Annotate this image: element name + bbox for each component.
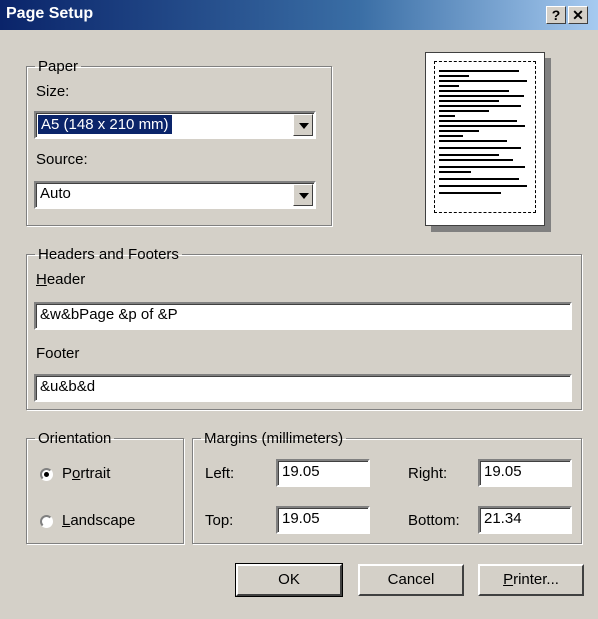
portrait-label[interactable]: Portrait <box>62 465 110 482</box>
title-bar[interactable]: Page Setup ? ✕ <box>0 0 598 30</box>
paper-source-value: Auto <box>40 185 71 202</box>
landscape-radio[interactable] <box>40 515 53 528</box>
margin-left-label: Left: <box>205 465 235 482</box>
footer-input[interactable]: &u&b&d <box>34 374 572 402</box>
landscape-label[interactable]: Landscape <box>62 512 135 529</box>
margin-bottom-label: Bottom: <box>408 512 460 529</box>
printer-button[interactable]: Printer... <box>478 564 584 596</box>
page-preview <box>425 52 545 226</box>
ok-button[interactable]: OK <box>235 563 343 597</box>
chevron-down-icon[interactable] <box>293 114 313 136</box>
footer-label: Footer <box>36 345 80 362</box>
margins-legend: Margins (millimeters) <box>204 430 344 447</box>
headers-footers-legend: Headers and Footers <box>38 246 179 263</box>
margin-left-input[interactable]: 19.05 <box>276 459 370 487</box>
orientation-legend: Orientation <box>38 430 112 447</box>
close-button[interactable]: ✕ <box>568 6 588 24</box>
chevron-down-icon[interactable] <box>293 184 313 206</box>
size-label: Size: <box>36 83 70 100</box>
paper-source-select[interactable]: Auto <box>34 181 316 209</box>
page-setup-dialog: Page Setup ? ✕ Paper Size: A5 (148 x 210… <box>0 0 598 619</box>
header-input[interactable]: &w&bPage &p of &P <box>34 302 572 330</box>
margin-right-input[interactable]: 19.05 <box>478 459 572 487</box>
portrait-radio[interactable] <box>40 468 53 481</box>
window-title: Page Setup <box>6 5 94 22</box>
source-label: Source: <box>36 151 88 168</box>
margin-top-label: Top: <box>205 512 234 529</box>
margin-right-label: Right: <box>408 465 448 482</box>
paper-legend: Paper <box>38 58 79 75</box>
paper-size-select[interactable]: A5 (148 x 210 mm) <box>34 111 316 139</box>
paper-size-value: A5 (148 x 210 mm) <box>38 115 172 134</box>
margin-bottom-input[interactable]: 21.34 <box>478 506 572 534</box>
header-label: Header <box>36 271 86 288</box>
margin-top-input[interactable]: 19.05 <box>276 506 370 534</box>
page-preview-margins <box>434 61 536 213</box>
help-button[interactable]: ? <box>546 6 566 24</box>
cancel-button[interactable]: Cancel <box>358 564 464 596</box>
